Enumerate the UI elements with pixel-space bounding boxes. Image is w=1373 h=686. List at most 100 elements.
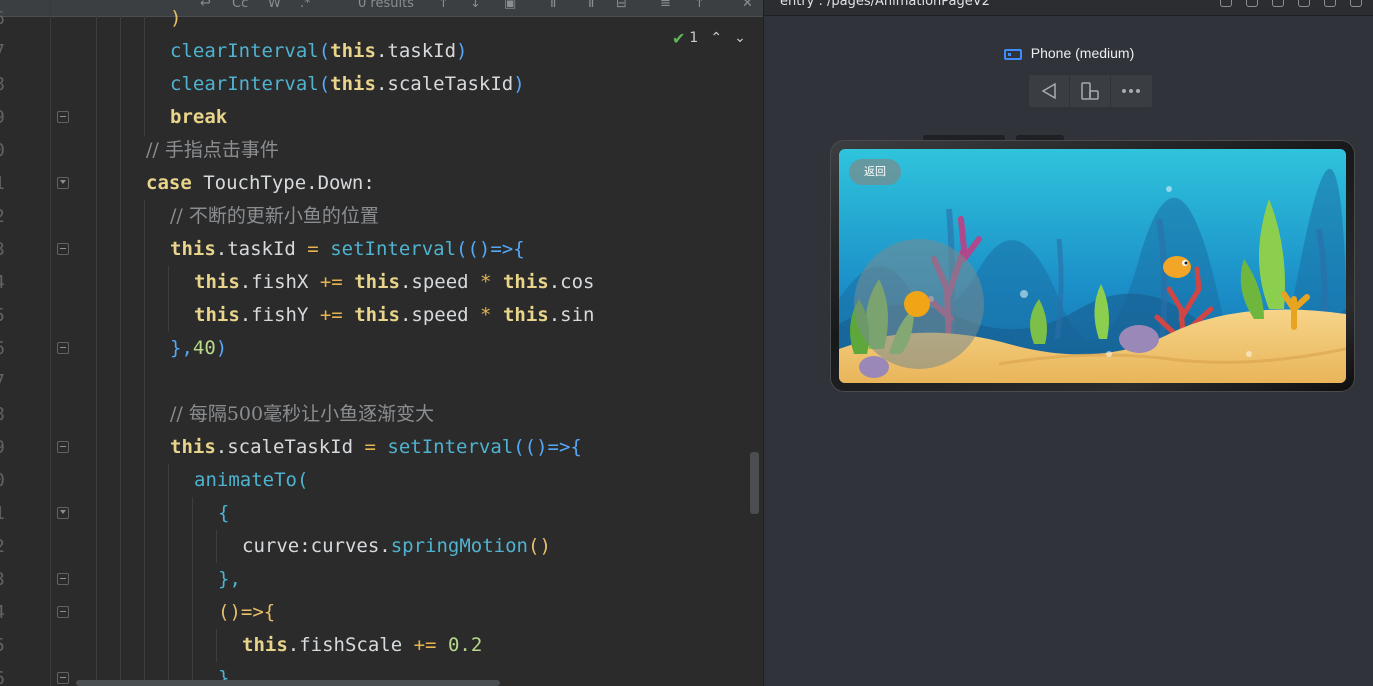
line-number: 8 <box>0 398 14 431</box>
line-number: 7 <box>0 365 14 398</box>
zoom-icon[interactable] <box>1324 0 1336 7</box>
fold-marker-icon[interactable] <box>57 441 69 453</box>
filter-icon[interactable]: ≡ <box>660 0 671 11</box>
fold-marker-icon[interactable] <box>57 507 69 519</box>
indent-guide <box>120 0 121 686</box>
line-number: 5 <box>0 629 14 662</box>
fold-divider <box>50 0 51 686</box>
code-line: ()=>{ <box>218 601 276 623</box>
close-find-icon[interactable]: ✕ <box>742 0 753 11</box>
line-number: 6 <box>0 662 14 686</box>
indent-guide <box>168 464 169 686</box>
code-line: this.taskId = setInterval(()=>{ <box>170 238 525 260</box>
line-number: 6 <box>0 2 14 35</box>
code-line: // 手指点击事件 <box>146 139 279 161</box>
preview-controls <box>1029 75 1152 107</box>
line-number-gutter: 6 7 8 9 0 1 2 3 4 5 6 7 8 9 0 1 2 3 4 5 … <box>0 0 14 686</box>
code-line: ) <box>170 7 182 29</box>
layout-icon[interactable] <box>1272 0 1284 7</box>
indent-guide <box>216 629 217 662</box>
app-back-button[interactable]: 返回 <box>849 159 901 185</box>
fold-marker-icon[interactable] <box>57 111 69 123</box>
arrow-down-icon[interactable]: ↓ <box>470 0 481 11</box>
code-line: this.fishScale += 0.2 <box>242 634 483 656</box>
horizontal-scrollbar[interactable] <box>76 680 500 686</box>
fold-marker-icon[interactable] <box>57 672 69 684</box>
code-line: // 不断的更新小鱼的位置 <box>170 205 379 227</box>
check-icon: ✔ <box>672 28 686 48</box>
fold-marker-icon[interactable] <box>57 177 69 189</box>
more-dots-icon[interactable] <box>1111 75 1151 107</box>
select-occurrences-icon[interactable]: ⊟ <box>616 0 627 11</box>
line-number: 8 <box>0 68 14 101</box>
vertical-scrollbar[interactable] <box>750 452 759 514</box>
device-label[interactable]: Phone (medium) <box>764 45 1373 61</box>
line-number: 0 <box>0 464 14 497</box>
inspect-icon[interactable] <box>1220 0 1232 7</box>
app-screen[interactable]: 返回 <box>839 149 1346 383</box>
line-number: 5 <box>0 299 14 332</box>
line-number: 4 <box>0 266 14 299</box>
code-line: curve:curves.springMotion() <box>242 535 551 557</box>
find-results: 0 results <box>358 0 414 11</box>
line-number: 6 <box>0 332 14 365</box>
line-number: 3 <box>0 563 14 596</box>
line-number: 7 <box>0 35 14 68</box>
fold-marker-icon[interactable] <box>57 606 69 618</box>
match-case-icon[interactable]: Cc <box>232 0 248 11</box>
arrow-up-icon[interactable]: ↑ <box>438 0 449 11</box>
line-number: 0 <box>0 134 14 167</box>
line-number: 4 <box>0 596 14 629</box>
code-line: this.fishX += this.speed * this.cos <box>194 271 595 293</box>
chevron-up-icon[interactable]: ⌃ <box>710 30 722 46</box>
line-number: 9 <box>0 431 14 464</box>
inspection-widget[interactable]: ✔ 1 ⌃ ⌄ <box>672 28 746 48</box>
code-editor[interactable]: ↩ Cc W .* 0 results ↑ ↓ ▣ Ⅱ Ⅱ ⊟ ≡ ↑ ✕ 6 … <box>0 0 763 686</box>
find-bar: ↩ Cc W .* 0 results ↑ ↓ ▣ Ⅱ Ⅱ ⊟ ≡ ↑ ✕ <box>0 0 763 17</box>
pin-icon[interactable]: ↑ <box>694 0 705 11</box>
layers-icon[interactable] <box>1246 0 1258 7</box>
code-line: this.fishY += this.speed * this.sin <box>194 304 595 326</box>
find-prev-icon[interactable]: ↩ <box>200 0 211 11</box>
line-number: 1 <box>0 497 14 530</box>
code-line: clearInterval(this.scaleTaskId) <box>170 73 525 95</box>
back-triangle-icon[interactable] <box>1029 75 1070 107</box>
regex-icon[interactable]: .* <box>300 0 311 11</box>
phone-device-icon <box>1003 49 1022 60</box>
fold-marker-icon[interactable] <box>57 573 69 585</box>
indent-guide <box>96 0 97 686</box>
previewer-toolbar: entry : /pages/AnimationPageV2 <box>764 0 1373 16</box>
indent-guide <box>168 266 169 332</box>
code-line: this.scaleTaskId = setInterval(()=>{ <box>170 436 582 458</box>
settings-icon[interactable] <box>1350 0 1362 7</box>
previewer-panel: entry : /pages/AnimationPageV2 Phone (me… <box>763 0 1373 686</box>
add-occurrence-icon[interactable]: Ⅱ <box>550 0 556 11</box>
code-line: clearInterval(this.taskId) <box>170 40 468 62</box>
remove-occurrence-icon[interactable]: Ⅱ <box>588 0 594 11</box>
code-line: },40) <box>170 337 228 359</box>
phone-frame: 返回 <box>830 140 1355 392</box>
line-number: 1 <box>0 167 14 200</box>
fold-marker-icon[interactable] <box>57 243 69 255</box>
code-line: case TouchType.Down: <box>146 172 375 194</box>
indent-guide <box>144 200 145 686</box>
chevron-down-icon[interactable]: ⌄ <box>734 30 746 46</box>
inspection-count: 1 <box>689 30 699 46</box>
pin-icon[interactable] <box>1298 0 1310 7</box>
indent-guide <box>144 0 145 136</box>
whole-word-icon[interactable]: W <box>268 0 281 11</box>
line-number: 2 <box>0 530 14 563</box>
line-number: 2 <box>0 200 14 233</box>
indent-guide <box>216 530 217 563</box>
line-number: 9 <box>0 101 14 134</box>
code-line: animateTo( <box>194 469 309 491</box>
code-line: { <box>218 502 230 524</box>
rotate-device-icon[interactable] <box>1070 75 1111 107</box>
indent-guide <box>192 497 193 686</box>
code-line: }, <box>218 568 241 590</box>
fold-marker-icon[interactable] <box>57 342 69 354</box>
code-line: break <box>170 106 228 128</box>
line-number: 3 <box>0 233 14 266</box>
select-all-icon[interactable]: ▣ <box>504 0 516 11</box>
code-line: // 每隔500毫秒让小鱼逐渐变大 <box>170 403 435 425</box>
